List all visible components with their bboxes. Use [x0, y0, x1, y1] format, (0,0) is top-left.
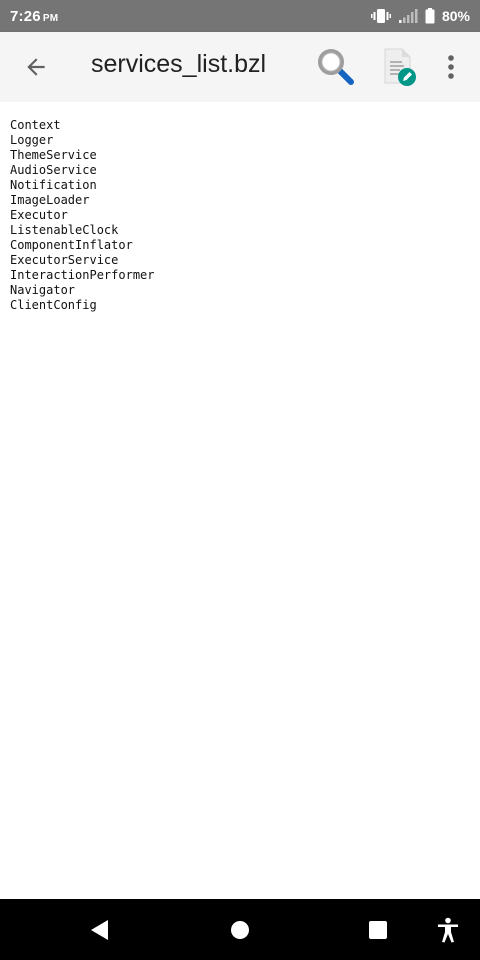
page-title: services_list.bzl: [91, 50, 267, 78]
accessibility-icon: [438, 917, 458, 942]
code-line: ClientConfig: [10, 298, 97, 312]
nav-recents-button[interactable]: [358, 899, 398, 960]
nav-home-button[interactable]: [220, 899, 260, 960]
search-icon: [318, 49, 354, 85]
code-line: Navigator: [10, 283, 76, 297]
code-line: Executor: [10, 208, 68, 222]
edit-file-button[interactable]: [378, 44, 422, 90]
status-time-value: 7:26: [10, 7, 41, 25]
code-line: ComponentInflator: [10, 238, 133, 252]
search-button[interactable]: [311, 44, 361, 90]
code-line: ThemeService: [10, 148, 97, 162]
nav-back-icon: [91, 919, 108, 940]
more-options-button[interactable]: [436, 45, 466, 89]
status-time-ampm: PM: [42, 12, 59, 24]
battery-icon: [425, 8, 435, 24]
code-line: Notification: [10, 178, 97, 192]
code-line: ExecutorService: [10, 253, 119, 267]
nav-back-button[interactable]: [80, 899, 120, 960]
vibrate-icon: [370, 8, 391, 24]
status-icons: 80%: [370, 8, 470, 24]
battery-percent: 80%: [441, 8, 470, 24]
accessibility-button[interactable]: [430, 899, 466, 960]
code-line: Context: [10, 118, 61, 132]
status-time: 7:26 PM: [10, 8, 58, 25]
code-line: ListenableClock: [10, 223, 119, 237]
app-bar: services_list.bzl: [0, 32, 480, 102]
status-bar: 7:26 PM 80%: [0, 0, 480, 32]
code-line: ImageLoader: [10, 193, 90, 207]
file-content[interactable]: Context Logger ThemeService AudioService…: [0, 102, 480, 899]
navigation-bar: [0, 899, 480, 960]
code-lines: Context Logger ThemeService AudioService…: [10, 118, 155, 313]
nav-home-icon: [231, 920, 249, 939]
code-line: InteractionPerformer: [10, 268, 155, 282]
more-vert-icon: [448, 55, 454, 79]
back-button[interactable]: [14, 45, 58, 89]
code-line: Logger: [10, 133, 54, 147]
edit-file-icon: [384, 48, 416, 86]
back-arrow-icon: [27, 58, 45, 76]
signal-icon: [398, 8, 418, 24]
nav-recents-icon: [369, 920, 387, 939]
code-line: AudioService: [10, 163, 97, 177]
